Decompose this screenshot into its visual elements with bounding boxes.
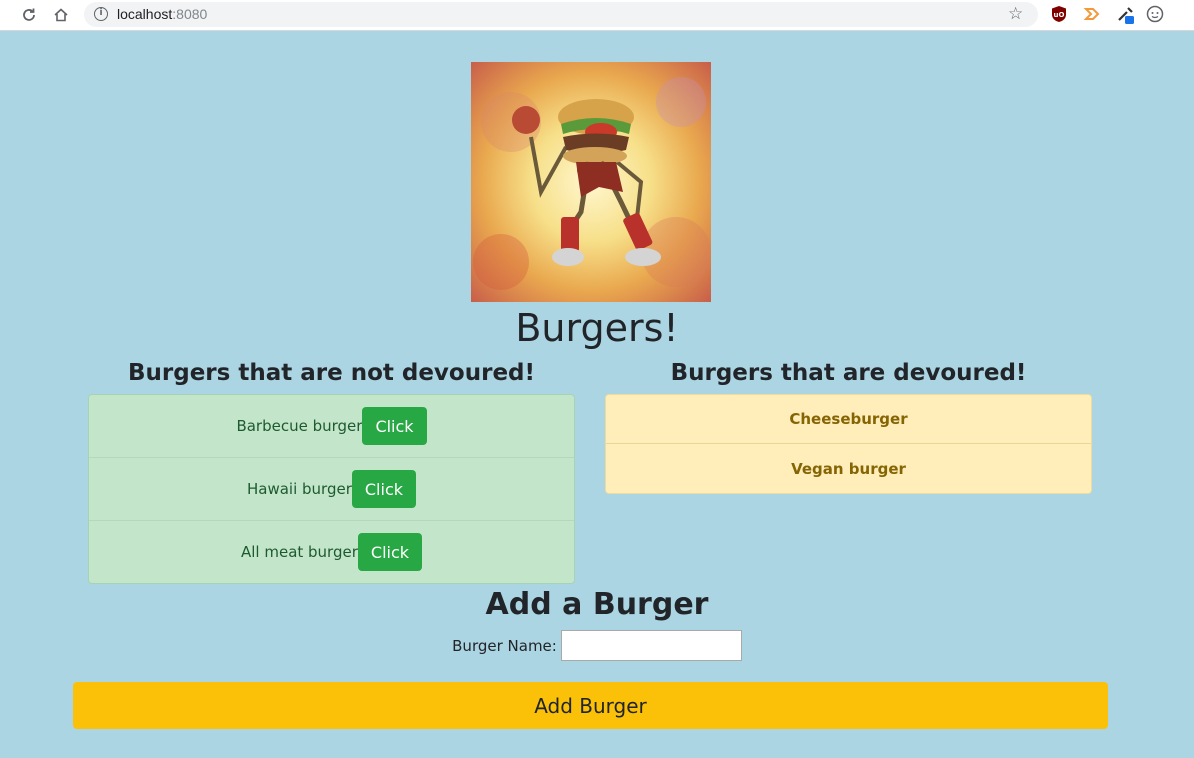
burger-name: All meat burger bbox=[240, 543, 358, 561]
ublock-icon[interactable]: uO bbox=[1051, 5, 1069, 23]
devour-button[interactable]: Click bbox=[351, 470, 416, 508]
profile-icon[interactable] bbox=[1146, 5, 1164, 23]
devour-button[interactable]: Click bbox=[362, 407, 427, 445]
devoured-list: Cheeseburger Vegan burger bbox=[605, 394, 1092, 494]
burger-name-input[interactable] bbox=[560, 630, 742, 661]
burger-name: Barbecue burger bbox=[236, 417, 363, 435]
star-icon[interactable]: ☆ bbox=[1008, 4, 1023, 24]
devoured-heading: Burgers that are devoured! bbox=[670, 360, 1027, 386]
not-devoured-heading: Burgers that are not devoured! bbox=[127, 360, 535, 386]
burger-name: Hawaii burger bbox=[246, 480, 352, 498]
not-devoured-list: Barbecue burger Click Hawaii burger Clic… bbox=[88, 394, 575, 584]
burger-form-row: Burger Name: bbox=[0, 630, 1194, 661]
devour-button[interactable]: Click bbox=[357, 533, 423, 571]
list-item: All meat burger Click bbox=[89, 521, 574, 583]
burger-name-label: Burger Name: bbox=[452, 636, 557, 655]
list-item: Barbecue burger Click bbox=[89, 395, 574, 458]
address-bar[interactable]: i localhost:8080 bbox=[84, 2, 1038, 27]
burger-name: Vegan burger bbox=[791, 459, 906, 478]
page-title: Burgers! bbox=[515, 306, 679, 350]
list-item: Cheeseburger bbox=[606, 395, 1091, 444]
burger-name: Cheeseburger bbox=[789, 410, 908, 428]
eyedropper-icon[interactable] bbox=[1116, 5, 1134, 24]
play-icon[interactable] bbox=[1083, 5, 1101, 23]
url-text: localhost:8080 bbox=[117, 6, 207, 22]
url-port: :8080 bbox=[172, 6, 208, 22]
add-burger-heading: Add a Burger bbox=[485, 587, 709, 622]
svg-text:uO: uO bbox=[1054, 11, 1065, 19]
browser-toolbar: i localhost:8080 ☆ uO bbox=[0, 0, 1194, 31]
home-icon[interactable] bbox=[50, 4, 72, 26]
add-burger-button[interactable]: Add Burger bbox=[73, 682, 1108, 729]
list-item: Vegan burger bbox=[606, 444, 1091, 493]
reload-icon[interactable] bbox=[18, 4, 40, 26]
url-host: localhost bbox=[117, 6, 173, 22]
list-item: Hawaii burger Click bbox=[89, 458, 574, 521]
info-icon[interactable]: i bbox=[94, 7, 108, 21]
burger-mascot-image bbox=[471, 62, 711, 302]
